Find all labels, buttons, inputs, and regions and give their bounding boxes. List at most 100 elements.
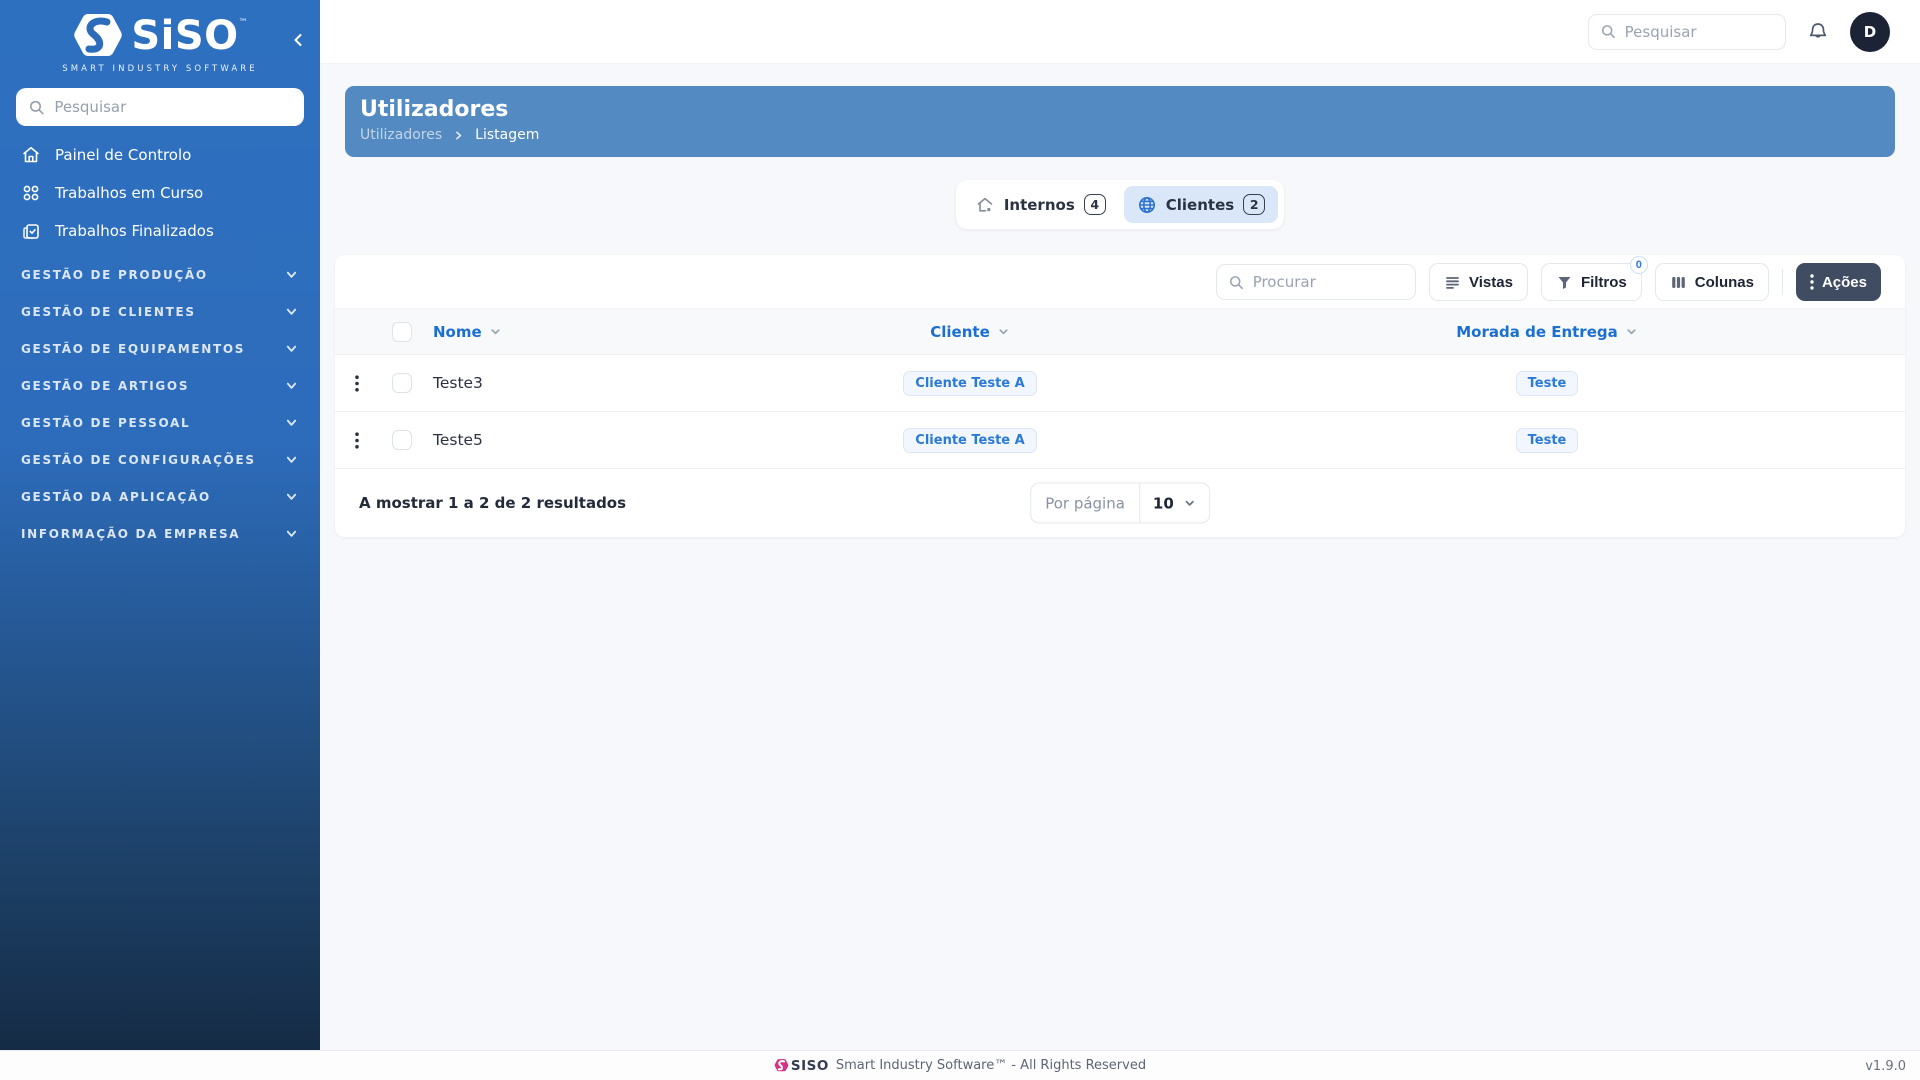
sort-chevron-icon[interactable] <box>1625 325 1638 338</box>
sidebar-search[interactable] <box>16 88 304 126</box>
chevron-down-icon <box>1183 497 1196 510</box>
sidebar-section-informacao-da-empresa[interactable]: INFORMAÇÃO DA EMPRESA <box>0 515 320 552</box>
columns-label: Colunas <box>1695 274 1754 291</box>
filters-label: Filtros <box>1581 274 1627 291</box>
clipboard-check-icon <box>21 221 41 241</box>
sidebar: SiSO™ SMART INDUSTRY SOFTWARE Painel de … <box>0 0 320 1050</box>
actions-button[interactable]: Ações <box>1796 263 1881 301</box>
per-page-control: Por página 10 <box>1030 483 1210 524</box>
cell-nome: Teste5 <box>433 431 483 449</box>
sidebar-section-gestao-da-aplicacao[interactable]: GESTÃO DA APLICAÇÃO <box>0 478 320 515</box>
views-label: Vistas <box>1469 274 1513 291</box>
home-user-icon <box>975 195 995 215</box>
list-icon <box>1444 274 1461 291</box>
chevron-down-icon <box>285 268 298 281</box>
main-content: Utilizadores Utilizadores Listagem Inter… <box>320 64 1920 1050</box>
sidebar-section-gestao-de-clientes[interactable]: GESTÃO DE CLIENTES <box>0 293 320 330</box>
sidebar-item-label: Trabalhos em Curso <box>55 184 203 202</box>
section-label: INFORMAÇÃO DA EMPRESA <box>21 527 240 541</box>
topbar-search-input[interactable] <box>1625 23 1773 41</box>
tab-group: Internos 4 Clientes 2 <box>956 180 1284 229</box>
avatar-initial: D <box>1864 23 1876 41</box>
tab-clientes[interactable]: Clientes 2 <box>1124 186 1278 223</box>
per-page-value: 10 <box>1153 494 1174 512</box>
sidebar-section-gestao-de-pessoal[interactable]: GESTÃO DE PESSOAL <box>0 404 320 441</box>
table-toolbar: Vistas Filtros 0 Colunas Ações <box>335 255 1905 308</box>
footer: SISO Smart Industry Software™ - All Righ… <box>0 1050 1920 1080</box>
columns-button[interactable]: Colunas <box>1655 263 1769 301</box>
chevron-down-icon <box>285 379 298 392</box>
breadcrumb-current: Listagem <box>475 127 539 143</box>
logo-tagline: SMART INDUSTRY SOFTWARE <box>62 64 258 74</box>
sort-chevron-icon[interactable] <box>997 325 1010 338</box>
row-checkbox[interactable] <box>392 430 412 450</box>
section-label: GESTÃO DA APLICAÇÃO <box>21 490 211 504</box>
sidebar-section-gestao-de-equipamentos[interactable]: GESTÃO DE EQUIPAMENTOS <box>0 330 320 367</box>
columns-icon <box>1670 274 1687 291</box>
sidebar-section-gestao-de-configuracoes[interactable]: GESTÃO DE CONFIGURAÇÕES <box>0 441 320 478</box>
table-header-row: Nome Cliente Morada de Entrega <box>335 308 1905 355</box>
table-row: Teste3 Cliente Teste A Teste <box>335 355 1905 412</box>
app-version: v1.9.0 <box>1865 1051 1906 1080</box>
header-check-cell <box>379 322 425 342</box>
sidebar-logo: SiSO™ SMART INDUSTRY SOFTWARE <box>0 0 320 74</box>
tab-count-badge: 2 <box>1243 194 1265 215</box>
globe-icon <box>1137 195 1157 215</box>
sidebar-section-gestao-de-artigos[interactable]: GESTÃO DE ARTIGOS <box>0 367 320 404</box>
morada-badge: Teste <box>1516 371 1579 396</box>
sort-chevron-icon[interactable] <box>489 325 502 338</box>
chevron-down-icon <box>285 527 298 540</box>
kebab-icon <box>355 375 359 392</box>
section-label: GESTÃO DE ARTIGOS <box>21 379 189 393</box>
sidebar-collapse-button[interactable] <box>284 26 312 54</box>
row-actions-button[interactable] <box>351 371 363 396</box>
sidebar-item-trabalhos-finalizados[interactable]: Trabalhos Finalizados <box>0 212 320 250</box>
siso-logo-icon <box>72 10 124 62</box>
search-icon <box>1601 23 1616 40</box>
notifications-button[interactable] <box>1807 21 1829 43</box>
kebab-icon <box>355 432 359 449</box>
chevron-down-icon <box>285 490 298 503</box>
section-label: GESTÃO DE PRODUÇÃO <box>21 268 208 282</box>
section-label: GESTÃO DE PESSOAL <box>21 416 190 430</box>
table-search[interactable] <box>1216 264 1416 300</box>
tab-label: Clientes <box>1166 196 1234 214</box>
actions-label: Ações <box>1822 274 1867 291</box>
sidebar-section-gestao-de-producao[interactable]: GESTÃO DE PRODUÇÃO <box>0 256 320 293</box>
footer-logo: SISO <box>774 1058 829 1074</box>
sidebar-search-input[interactable] <box>54 98 291 116</box>
siso-logo-icon <box>774 1058 789 1073</box>
header-nome-cell[interactable]: Nome <box>425 323 720 341</box>
tab-internos[interactable]: Internos 4 <box>962 186 1119 223</box>
grid-icon <box>21 183 41 203</box>
chevron-right-icon <box>453 130 464 141</box>
header-morada-cell[interactable]: Morada de Entrega <box>1220 323 1874 341</box>
select-all-checkbox[interactable] <box>392 322 412 342</box>
filters-button[interactable]: Filtros 0 <box>1541 263 1642 301</box>
breadcrumb-root[interactable]: Utilizadores <box>360 127 442 143</box>
table-search-input[interactable] <box>1253 273 1403 291</box>
sidebar-menu: Painel de Controlo Trabalhos em Curso Tr… <box>0 136 320 250</box>
header-cliente-cell[interactable]: Cliente <box>720 323 1220 341</box>
cliente-badge: Cliente Teste A <box>903 371 1036 396</box>
section-label: GESTÃO DE CONFIGURAÇÕES <box>21 453 256 467</box>
footer-brand-text: SISO <box>791 1058 829 1074</box>
topbar: D <box>320 0 1920 64</box>
sidebar-item-label: Trabalhos Finalizados <box>55 222 214 240</box>
sidebar-item-painel-de-controlo[interactable]: Painel de Controlo <box>0 136 320 174</box>
tabs-row: Internos 4 Clientes 2 <box>320 180 1920 229</box>
row-checkbox[interactable] <box>392 373 412 393</box>
toolbar-divider <box>1782 269 1783 295</box>
results-summary: A mostrar 1 a 2 de 2 resultados <box>359 494 626 512</box>
chevron-down-icon <box>285 305 298 318</box>
tab-label: Internos <box>1004 196 1075 214</box>
per-page-select[interactable]: 10 <box>1140 484 1209 523</box>
sidebar-item-trabalhos-em-curso[interactable]: Trabalhos em Curso <box>0 174 320 212</box>
avatar[interactable]: D <box>1850 12 1890 52</box>
row-actions-button[interactable] <box>351 428 363 453</box>
search-icon <box>29 99 44 116</box>
views-button[interactable]: Vistas <box>1429 263 1528 301</box>
per-page-label: Por página <box>1031 484 1140 523</box>
chevron-down-icon <box>285 416 298 429</box>
topbar-search[interactable] <box>1588 14 1786 50</box>
